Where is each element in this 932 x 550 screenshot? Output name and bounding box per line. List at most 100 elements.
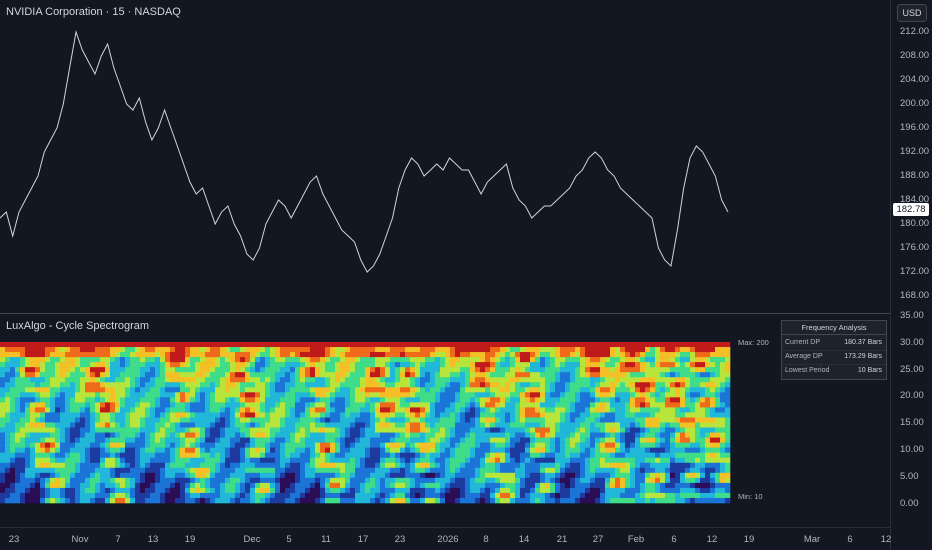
heatmap-cell — [315, 437, 321, 443]
heatmap-cell — [190, 482, 196, 489]
indicator-title[interactable]: LuxAlgo - Cycle Spectrogram — [6, 320, 149, 332]
heatmap-cell — [255, 452, 261, 459]
heatmap-cell — [145, 412, 151, 418]
heatmap-cell — [185, 492, 191, 499]
heatmap-cell — [525, 432, 531, 438]
heatmap-cell — [515, 392, 521, 398]
heatmap-cell — [460, 492, 466, 499]
heatmap-cell — [300, 432, 306, 438]
heatmap-cell — [690, 417, 696, 423]
heatmap-cell — [695, 497, 701, 504]
heatmap-cell — [510, 467, 516, 474]
heatmap-cell — [220, 427, 226, 433]
heatmap-cell — [65, 407, 71, 413]
heatmap-cell — [225, 472, 231, 479]
heatmap-cell — [550, 477, 556, 484]
heatmap-cell — [440, 427, 446, 433]
heatmap-cell — [630, 487, 636, 494]
heatmap-cell — [50, 457, 56, 464]
heatmap-cell — [540, 372, 546, 378]
heatmap-cell — [310, 427, 316, 433]
heatmap-cell — [260, 442, 266, 448]
heatmap-cell — [535, 367, 541, 373]
heatmap-cell — [205, 482, 211, 489]
heatmap-cell — [25, 477, 31, 484]
heatmap-cell — [475, 487, 481, 494]
heatmap-cell — [5, 482, 11, 489]
heatmap-cell — [220, 387, 226, 393]
spectrogram-min-label: Min: 10 — [738, 492, 763, 501]
heatmap-cell — [80, 477, 86, 484]
heatmap-cell — [540, 367, 546, 373]
heatmap-cell — [385, 432, 391, 438]
chart-canvas[interactable] — [0, 0, 932, 550]
heatmap-cell — [690, 362, 696, 368]
heatmap-cell — [220, 377, 226, 383]
heatmap-cell — [370, 387, 376, 393]
heatmap-cell — [700, 422, 706, 428]
table-title: Frequency Analysis — [782, 323, 886, 335]
heatmap-cell — [295, 482, 301, 489]
heatmap-cell — [395, 497, 401, 504]
heatmap-cell — [305, 477, 311, 484]
heatmap-cell — [405, 367, 411, 373]
heatmap-cell — [265, 442, 271, 448]
heatmap-cell — [295, 342, 301, 348]
heatmap-cell — [335, 397, 341, 403]
heatmap-cell — [375, 372, 381, 378]
heatmap-cell — [620, 427, 626, 433]
heatmap-cell — [470, 417, 476, 423]
heatmap-cell — [135, 497, 141, 504]
heatmap-cell — [350, 432, 356, 438]
heatmap-cell — [160, 347, 166, 353]
heatmap-cell — [5, 487, 11, 494]
heatmap-cell — [195, 472, 201, 479]
heatmap-cell — [105, 372, 111, 378]
heatmap-cell — [650, 467, 656, 474]
heatmap-cell — [320, 442, 326, 448]
heatmap-cell — [85, 382, 91, 388]
heatmap-cell — [150, 372, 156, 378]
heatmap-cell — [540, 462, 546, 469]
heatmap-cell — [60, 347, 66, 353]
heatmap-cell — [240, 367, 246, 373]
heatmap-cell — [665, 447, 671, 453]
heatmap-cell — [315, 477, 321, 484]
heatmap-cell — [520, 352, 526, 358]
heatmap-cell — [395, 407, 401, 413]
heatmap-cell — [210, 462, 216, 469]
heatmap-cell — [70, 437, 76, 443]
heatmap-cell — [625, 377, 631, 383]
heatmap-cell — [600, 372, 606, 378]
heatmap-cell — [380, 432, 386, 438]
heatmap-cell — [325, 352, 331, 358]
heatmap-cell — [55, 342, 61, 348]
heatmap-cell — [535, 437, 541, 443]
heatmap-cell — [175, 487, 181, 494]
heatmap-cell — [525, 402, 531, 408]
heatmap-cell — [360, 367, 366, 373]
heatmap-cell — [90, 492, 96, 499]
heatmap-cell — [725, 377, 731, 383]
heatmap-cell — [350, 457, 356, 464]
heatmap-cell — [45, 407, 51, 413]
heatmap-cell — [155, 367, 161, 373]
heatmap-cell — [480, 457, 486, 464]
heatmap-cell — [480, 477, 486, 484]
heatmap-cell — [705, 397, 711, 403]
heatmap-cell — [530, 397, 536, 403]
heatmap-cell — [490, 452, 496, 459]
heatmap-cell — [170, 472, 176, 479]
heatmap-cell — [335, 487, 341, 494]
heatmap-cell — [50, 352, 56, 358]
heatmap-cell — [390, 487, 396, 494]
heatmap-cell — [455, 377, 461, 383]
heatmap-cell — [620, 402, 626, 408]
heatmap-cell — [690, 477, 696, 484]
heatmap-cell — [160, 492, 166, 499]
heatmap-cell — [15, 477, 21, 484]
heatmap-cell — [545, 392, 551, 398]
heatmap-cell — [75, 487, 81, 494]
heatmap-cell — [550, 432, 556, 438]
heatmap-cell — [5, 387, 11, 393]
